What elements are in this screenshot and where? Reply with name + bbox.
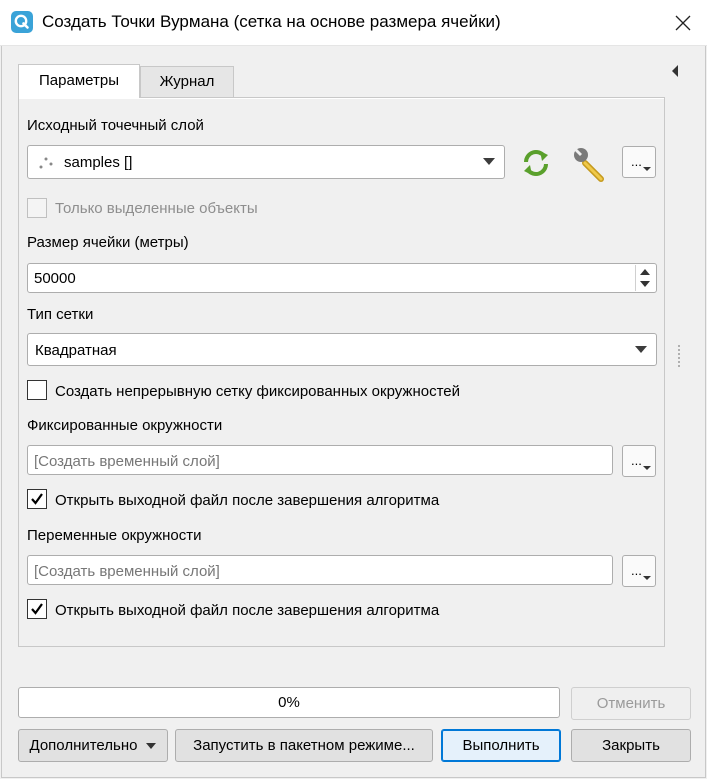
- spin-up-icon[interactable]: [640, 269, 650, 275]
- input-layer-combo[interactable]: samples []: [27, 145, 505, 179]
- dots-label: ...: [631, 563, 642, 578]
- variable-circles-placeholder: [Создать временный слой]: [34, 563, 220, 580]
- layer-options-button[interactable]: ...: [622, 146, 656, 178]
- variable-circles-browse-button[interactable]: ...: [622, 555, 656, 587]
- cell-size-label: Размер ячейки (метры): [27, 234, 189, 251]
- cell-size-spinbox[interactable]: 50000: [27, 263, 657, 293]
- iterate-icon[interactable]: [518, 146, 554, 180]
- chevron-down-icon: [146, 743, 157, 750]
- open-output-1-checkbox[interactable]: [27, 489, 47, 509]
- chevron-down-icon: [643, 576, 651, 580]
- close-icon[interactable]: [664, 4, 702, 42]
- selected-only-checkbox[interactable]: [27, 198, 47, 218]
- close-button[interactable]: Закрыть: [571, 729, 691, 762]
- open-output-2-label: Открыть выходной файл после завершения а…: [55, 602, 440, 619]
- grid-type-value: Квадратная: [35, 342, 117, 359]
- advanced-button[interactable]: Дополнительно: [18, 729, 168, 762]
- checkmark-icon: [31, 603, 43, 615]
- title-bar: Создать Точки Вурмана (сетка на основе р…: [0, 0, 707, 46]
- collapse-panel-icon[interactable]: [670, 64, 680, 78]
- advanced-label: Дополнительно: [29, 737, 138, 754]
- chevron-down-icon: [483, 158, 495, 165]
- variable-circles-label: Переменные окружности: [27, 527, 202, 544]
- chevron-down-icon: [643, 167, 651, 171]
- fixed-circles-output-field[interactable]: [Создать временный слой]: [27, 445, 613, 475]
- wrench-icon[interactable]: [571, 145, 609, 183]
- cancel-button[interactable]: Отменить: [571, 687, 691, 720]
- input-layer-label: Исходный точечный слой: [27, 117, 204, 134]
- grid-type-combo[interactable]: Квадратная: [27, 333, 657, 366]
- chevron-down-icon: [643, 466, 651, 470]
- resize-handle[interactable]: [677, 345, 681, 367]
- open-output-2-checkbox[interactable]: [27, 599, 47, 619]
- fixed-circles-placeholder: [Создать временный слой]: [34, 453, 220, 470]
- cell-size-value: 50000: [34, 270, 76, 287]
- selected-only-label: Только выделенные объекты: [55, 200, 258, 217]
- run-button[interactable]: Выполнить: [441, 729, 561, 762]
- fixed-circles-browse-button[interactable]: ...: [622, 445, 656, 477]
- tab-log[interactable]: Журнал: [140, 66, 234, 97]
- dots-label: ...: [631, 154, 642, 169]
- fixed-circles-label: Фиксированные окружности: [27, 417, 223, 434]
- input-layer-value: samples []: [64, 154, 133, 171]
- qgis-icon: [11, 11, 33, 33]
- panel-border: [19, 98, 664, 99]
- batch-button[interactable]: Запустить в пакетном режиме...: [175, 729, 433, 762]
- window-title: Создать Точки Вурмана (сетка на основе р…: [42, 12, 501, 31]
- continuous-grid-label: Создать непрерывную сетку фиксированных …: [55, 383, 461, 400]
- chevron-down-icon: [635, 346, 647, 353]
- spin-buttons[interactable]: [635, 265, 655, 291]
- open-output-1-label: Открыть выходной файл после завершения а…: [55, 492, 440, 509]
- spin-divider: [635, 265, 636, 291]
- progress-bar: 0%: [18, 687, 560, 718]
- spin-down-icon[interactable]: [640, 281, 650, 287]
- point-layer-icon: [37, 154, 55, 172]
- dots-label: ...: [631, 453, 642, 468]
- tab-parameters[interactable]: Параметры: [18, 64, 140, 98]
- variable-circles-output-field[interactable]: [Создать временный слой]: [27, 555, 613, 585]
- continuous-grid-checkbox[interactable]: [27, 380, 47, 400]
- checkmark-icon: [31, 493, 43, 505]
- grid-type-label: Тип сетки: [27, 306, 94, 323]
